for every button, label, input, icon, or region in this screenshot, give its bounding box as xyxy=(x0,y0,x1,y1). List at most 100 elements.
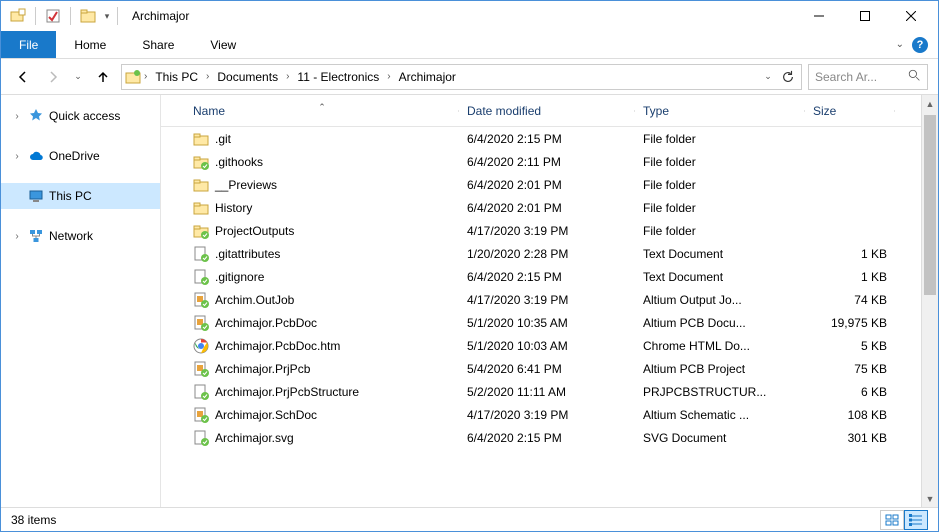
properties-icon[interactable] xyxy=(44,7,62,25)
file-size: 108 KB xyxy=(805,408,895,422)
ribbon: File Home Share View ⌄ ? xyxy=(1,31,938,59)
scrollbar-thumb[interactable] xyxy=(924,115,936,295)
tab-home[interactable]: Home xyxy=(56,31,124,58)
tree-item-label: OneDrive xyxy=(49,149,100,163)
file-date: 5/1/2020 10:03 AM xyxy=(459,339,635,353)
file-sync-icon xyxy=(193,246,209,262)
altium-icon xyxy=(193,292,209,308)
file-row[interactable]: __Previews6/4/2020 2:01 PMFile folder xyxy=(161,173,938,196)
tree-item-this-pc[interactable]: This PC xyxy=(1,183,160,209)
file-row[interactable]: Archimajor.SchDoc4/17/2020 3:19 PMAltium… xyxy=(161,403,938,426)
folder-icon xyxy=(193,177,209,193)
file-row[interactable]: Archimajor.PrjPcb5/4/2020 6:41 PMAltium … xyxy=(161,357,938,380)
file-sync-icon xyxy=(193,430,209,446)
network-icon xyxy=(27,227,45,245)
chevron-right-icon[interactable]: › xyxy=(11,111,23,122)
back-button[interactable] xyxy=(11,65,35,89)
file-row[interactable]: .gitignore6/4/2020 2:15 PMText Document1… xyxy=(161,265,938,288)
breadcrumb-documents[interactable]: Documents xyxy=(211,65,284,89)
chevron-right-icon[interactable]: › xyxy=(385,71,392,82)
file-date: 4/17/2020 3:19 PM xyxy=(459,293,635,307)
file-row[interactable]: .git6/4/2020 2:15 PMFile folder xyxy=(161,127,938,150)
search-input[interactable]: Search Ar... xyxy=(808,64,928,90)
tree-item-network[interactable]: › Network xyxy=(1,223,160,249)
file-name: .githooks xyxy=(215,155,263,169)
file-list-pane: Name⌃ Date modified Type Size .git 6/4/20… xyxy=(161,95,938,507)
file-name: History xyxy=(215,201,252,215)
file-size: 301 KB xyxy=(805,431,895,445)
navigation-bar: ⌄ › This PC › Documents › 11 - Electroni… xyxy=(1,59,938,95)
address-dropdown-button[interactable]: ⌄ xyxy=(759,66,777,88)
recent-locations-button[interactable]: ⌄ xyxy=(71,65,85,89)
vertical-scrollbar[interactable]: ▲ ▼ xyxy=(921,95,938,507)
forward-button[interactable] xyxy=(41,65,65,89)
column-headers: Name⌃ Date modified Type Size xyxy=(161,95,938,127)
maximize-button[interactable] xyxy=(842,1,888,31)
search-placeholder: Search Ar... xyxy=(815,70,877,84)
file-row[interactable]: ProjectOutputs4/17/2020 3:19 PMFile fold… xyxy=(161,219,938,242)
sort-ascending-icon: ⌃ xyxy=(318,102,326,113)
folder-icon xyxy=(193,131,209,147)
file-size: 1 KB xyxy=(805,270,895,284)
file-name: .git xyxy=(215,132,231,146)
file-name: Archimajor.svg xyxy=(215,431,294,445)
refresh-button[interactable] xyxy=(777,66,799,88)
tab-view[interactable]: View xyxy=(192,31,254,58)
file-type: Text Document xyxy=(635,270,805,284)
column-name[interactable]: Name⌃ xyxy=(185,104,459,118)
folder-icon[interactable] xyxy=(79,7,97,25)
tab-file[interactable]: File xyxy=(1,31,56,58)
chevron-right-icon[interactable]: › xyxy=(204,71,211,82)
view-large-icons-button[interactable] xyxy=(880,510,904,530)
file-name: .gitignore xyxy=(215,270,264,284)
breadcrumb-archimajor[interactable]: Archimajor xyxy=(393,65,462,89)
file-name: Archim.OutJob xyxy=(215,293,294,307)
file-type: Altium PCB Docu... xyxy=(635,316,805,330)
column-type[interactable]: Type xyxy=(635,104,805,118)
tree-item-quick-access[interactable]: › Quick access xyxy=(1,103,160,129)
scroll-up-arrow-icon[interactable]: ▲ xyxy=(922,95,938,112)
minimize-button[interactable] xyxy=(796,1,842,31)
file-row[interactable]: Archimajor.svg6/4/2020 2:15 PMSVG Docume… xyxy=(161,426,938,449)
file-type: Altium Schematic ... xyxy=(635,408,805,422)
file-name: Archimajor.PcbDoc.htm xyxy=(215,339,340,353)
new-folder-icon[interactable] xyxy=(9,7,27,25)
tree-item-onedrive[interactable]: › OneDrive xyxy=(1,143,160,169)
chevron-right-icon[interactable]: › xyxy=(11,231,23,242)
file-date: 4/17/2020 3:19 PM xyxy=(459,224,635,238)
file-row[interactable]: Archimajor.PrjPcbStructure5/2/2020 11:11… xyxy=(161,380,938,403)
file-name: Archimajor.PcbDoc xyxy=(215,316,317,330)
close-button[interactable] xyxy=(888,1,934,31)
file-row[interactable]: History6/4/2020 2:01 PMFile folder xyxy=(161,196,938,219)
file-type: File folder xyxy=(635,224,805,238)
tree-item-label: This PC xyxy=(49,189,92,203)
view-details-button[interactable] xyxy=(904,510,928,530)
up-button[interactable] xyxy=(91,65,115,89)
breadcrumb-electronics[interactable]: 11 - Electronics xyxy=(291,65,385,89)
address-bar[interactable]: › This PC › Documents › 11 - Electronics… xyxy=(121,64,802,90)
file-date: 6/4/2020 2:15 PM xyxy=(459,132,635,146)
file-type: Text Document xyxy=(635,247,805,261)
status-bar: 38 items xyxy=(1,507,938,531)
file-row[interactable]: .gitattributes1/20/2020 2:28 PMText Docu… xyxy=(161,242,938,265)
file-row[interactable]: .githooks6/4/2020 2:11 PMFile folder xyxy=(161,150,938,173)
file-row[interactable]: Archimajor.PcbDoc.htm5/1/2020 10:03 AMCh… xyxy=(161,334,938,357)
file-name: Archimajor.SchDoc xyxy=(215,408,317,422)
chevron-right-icon[interactable]: › xyxy=(284,71,291,82)
scroll-down-arrow-icon[interactable]: ▼ xyxy=(922,490,938,507)
tree-item-label: Network xyxy=(49,229,93,243)
tab-share[interactable]: Share xyxy=(124,31,192,58)
column-size[interactable]: Size xyxy=(805,104,895,118)
chevron-right-icon[interactable]: › xyxy=(11,151,23,162)
help-button[interactable]: ? xyxy=(912,37,928,53)
file-name: Archimajor.PrjPcbStructure xyxy=(215,385,359,399)
ribbon-expand-icon[interactable]: ⌄ xyxy=(896,39,904,50)
breadcrumb-this-pc[interactable]: This PC xyxy=(149,65,204,89)
file-row[interactable]: Archim.OutJob4/17/2020 3:19 PMAltium Out… xyxy=(161,288,938,311)
column-date[interactable]: Date modified xyxy=(459,104,635,118)
qat-dropdown-icon[interactable]: ▾ xyxy=(101,7,113,25)
tree-item-label: Quick access xyxy=(49,109,120,123)
file-row[interactable]: Archimajor.PcbDoc5/1/2020 10:35 AMAltium… xyxy=(161,311,938,334)
chevron-right-icon[interactable]: › xyxy=(142,71,149,82)
file-date: 6/4/2020 2:11 PM xyxy=(459,155,635,169)
